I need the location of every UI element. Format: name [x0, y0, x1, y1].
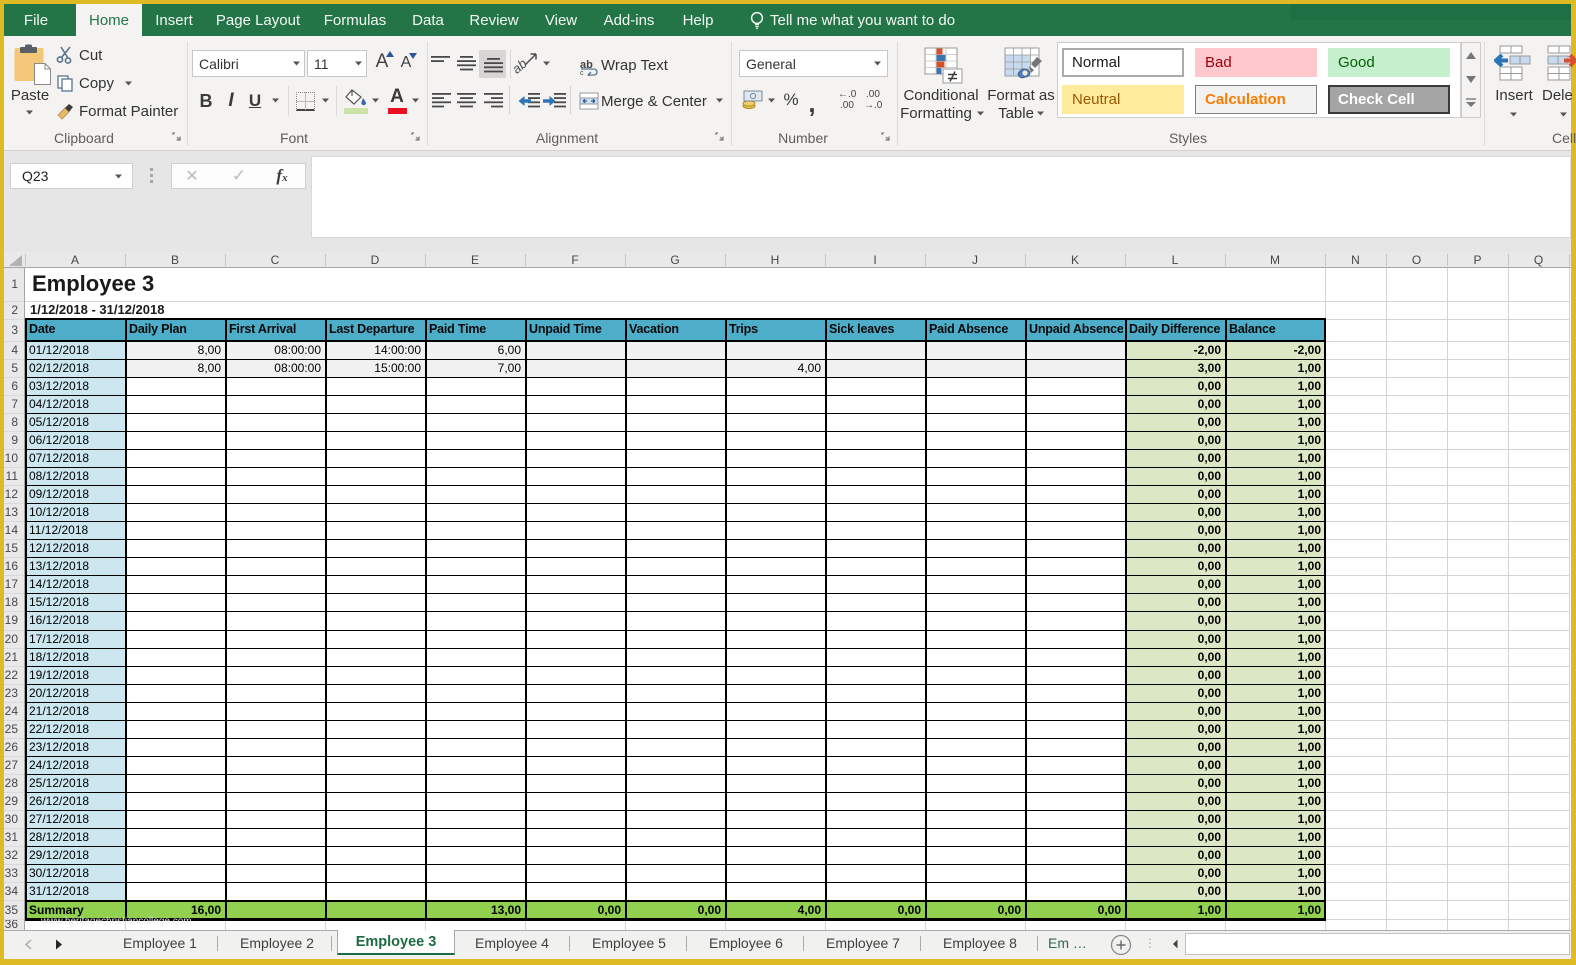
svg-text:c: c — [580, 70, 584, 76]
svg-text:ab: ab — [512, 56, 530, 76]
